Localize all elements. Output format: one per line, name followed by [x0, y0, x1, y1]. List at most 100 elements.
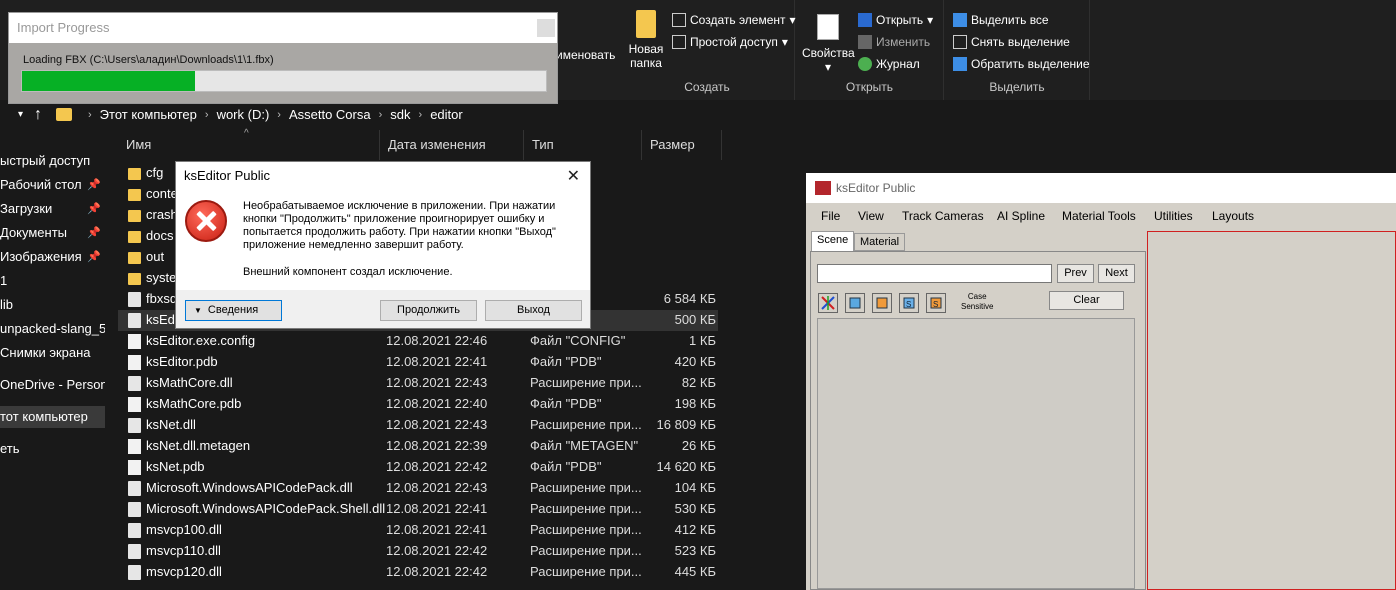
menu-layouts[interactable]: Layouts — [1212, 209, 1254, 223]
breadcrumb-item[interactable]: sdk — [390, 107, 410, 122]
edit-button[interactable]: Изменить — [858, 35, 930, 49]
nav-item-network[interactable]: еть — [0, 438, 105, 460]
exit-button[interactable]: Выход — [485, 300, 582, 321]
breadcrumb-item[interactable]: editor — [430, 107, 463, 122]
breadcrumb-separator-icon: › — [88, 108, 92, 121]
create-element-button[interactable]: Создать элемент ▾ — [672, 13, 796, 27]
easy-access-button[interactable]: Простой доступ ▾ — [672, 35, 788, 49]
nav-item-screenshots[interactable]: Снимки экрана — [0, 342, 105, 364]
up-arrow-icon[interactable]: ↑ — [34, 106, 42, 124]
kseditor-title: ksEditor Public — [836, 181, 916, 195]
shader-icon[interactable]: S — [899, 293, 919, 313]
continue-button[interactable]: Продолжить — [380, 300, 477, 321]
file-date: 12.08.2021 22:43 — [386, 417, 488, 432]
nav-item-quick-access[interactable]: ыстрый доступ — [0, 150, 105, 172]
select-all-icon — [953, 13, 967, 27]
rename-button[interactable]: именовать — [556, 48, 615, 62]
cube-orange-icon[interactable] — [872, 293, 892, 313]
breadcrumb-item[interactable]: Этот компьютер — [100, 107, 197, 122]
nav-item-label: Изображения — [0, 249, 82, 264]
column-header-date[interactable]: Дата изменения — [380, 130, 524, 160]
easy-access-label: Простой доступ — [690, 35, 778, 49]
next-button[interactable]: Next — [1098, 264, 1135, 283]
properties-button[interactable]: Свойства ▾ — [802, 14, 855, 74]
file-row[interactable]: ksEditor.exe.config 12.08.2021 22:46 Файл … — [118, 331, 718, 352]
menu-file[interactable]: File — [821, 209, 840, 223]
column-header-name[interactable]: Имя — [118, 130, 380, 160]
window-control-button[interactable] — [537, 19, 555, 37]
column-header-type[interactable]: Тип — [524, 130, 642, 160]
address-bar: ▾ ↑ › Этот компьютер › work (D:) › Asset… — [0, 104, 1396, 126]
file-row[interactable]: ksEditor.pdb 12.08.2021 22:41 Файл "PDB" 42… — [118, 352, 718, 373]
file-icon — [128, 334, 141, 349]
close-icon[interactable]: ✕ — [567, 166, 580, 186]
file-row[interactable]: Microsoft.WindowsAPICodePack.dll 12.08.20… — [118, 478, 718, 499]
cube-icon[interactable] — [845, 293, 865, 313]
axis-icon[interactable] — [818, 293, 838, 313]
history-button[interactable]: Журнал — [858, 57, 920, 71]
search-input[interactable] — [817, 264, 1052, 283]
file-type: Расширение при... — [530, 375, 642, 390]
invert-selection-icon — [953, 57, 967, 71]
nav-item-unpacked-slang[interactable]: unpacked-slang_50 — [0, 318, 105, 340]
new-folder-button[interactable]: Новая папка — [628, 10, 664, 70]
nav-item-pictures[interactable]: Изображения 📌 — [0, 246, 105, 268]
app-icon — [128, 313, 141, 328]
kseditor-window: ksEditor Public File View Track Cameras … — [806, 173, 1396, 590]
nav-item-desktop[interactable]: Рабочий стол 📌 — [0, 174, 105, 196]
shader-orange-icon[interactable]: S — [926, 293, 946, 313]
pin-icon: 📌 — [87, 203, 101, 215]
breadcrumb-item[interactable]: Assetto Corsa — [289, 107, 371, 122]
menu-track-cameras[interactable]: Track Cameras — [902, 209, 984, 223]
clear-button[interactable]: Clear — [1049, 291, 1124, 310]
file-row[interactable]: ksNet.dll.metagen 12.08.2021 22:39 Файл "M… — [118, 436, 718, 457]
case-sensitive-label[interactable]: Case Sensitive — [961, 292, 993, 312]
pin-icon: 📌 — [87, 227, 101, 239]
details-button[interactable]: ▼ Сведения — [185, 300, 282, 321]
nav-item-this-pc[interactable]: тот компьютер — [0, 406, 105, 428]
file-size: 82 КБ — [681, 375, 716, 390]
menu-ai-spline[interactable]: AI Spline — [997, 209, 1045, 223]
prev-button[interactable]: Prev — [1057, 264, 1094, 283]
file-row[interactable]: ksNet.pdb 12.08.2021 22:42 Файл "PDB" 14 62… — [118, 457, 718, 478]
rename-label: именовать — [556, 48, 616, 62]
menu-utilities[interactable]: Utilities — [1154, 209, 1193, 223]
file-type: Файл "PDB" — [530, 459, 602, 474]
error-icon — [185, 200, 227, 242]
properties-label: Свойства — [802, 46, 855, 60]
deselect-button[interactable]: Снять выделение — [953, 35, 1070, 49]
file-row[interactable]: msvcp110.dll 12.08.2021 22:42 Расширение п… — [118, 541, 718, 562]
file-row[interactable]: msvcp100.dll 12.08.2021 22:41 Расширение п… — [118, 520, 718, 541]
file-row[interactable]: ksMathCore.dll 12.08.2021 22:43 Расширение… — [118, 373, 718, 394]
scene-tree[interactable] — [817, 318, 1135, 589]
nav-item-lib[interactable]: lib — [0, 294, 105, 316]
select-all-label: Выделить все — [971, 13, 1049, 27]
nav-item-folder-1[interactable]: 1 — [0, 270, 105, 292]
nav-item-documents[interactable]: Документы 📌 — [0, 222, 105, 244]
create-element-label: Создать элемент — [690, 13, 786, 27]
file-row[interactable]: ksNet.dll 12.08.2021 22:43 Расширение при.… — [118, 415, 718, 436]
history-label: Журнал — [876, 57, 920, 71]
file-type: Файл "CONFIG" — [530, 333, 626, 348]
tab-scene[interactable]: Scene — [811, 231, 855, 251]
open-button[interactable]: Открыть ▾ — [858, 13, 933, 27]
nav-item-label: Снимки экрана — [0, 345, 91, 360]
nav-item-downloads[interactable]: Загрузки 📌 — [0, 198, 105, 220]
file-row[interactable]: ksMathCore.pdb 12.08.2021 22:40 Файл "PDB"… — [118, 394, 718, 415]
tab-material[interactable]: Material — [854, 233, 906, 251]
nav-item-onedrive[interactable]: OneDrive - Personal — [0, 374, 105, 396]
select-all-button[interactable]: Выделить все — [953, 13, 1049, 27]
breadcrumb[interactable]: › Этот компьютер › work (D:) › Assetto C… — [56, 107, 463, 122]
invert-selection-button[interactable]: Обратить выделение — [953, 57, 1090, 71]
file-name: Microsoft.WindowsAPICodePack.Shell.dll — [146, 501, 386, 516]
column-header-size[interactable]: Размер — [642, 130, 722, 160]
render-viewport[interactable] — [1147, 231, 1396, 590]
file-row[interactable]: msvcp120.dll 12.08.2021 22:42 Расширение п… — [118, 562, 718, 583]
menu-material-tools[interactable]: Material Tools — [1062, 209, 1136, 223]
breadcrumb-item[interactable]: work (D:) — [217, 107, 270, 122]
menu-view[interactable]: View — [858, 209, 884, 223]
recent-dropdown-icon[interactable]: ▾ — [18, 109, 23, 120]
file-row[interactable]: Microsoft.WindowsAPICodePack.Shell.dll 12… — [118, 499, 718, 520]
file-size: 500 КБ — [674, 312, 716, 327]
nav-item-label: еть — [0, 441, 20, 456]
